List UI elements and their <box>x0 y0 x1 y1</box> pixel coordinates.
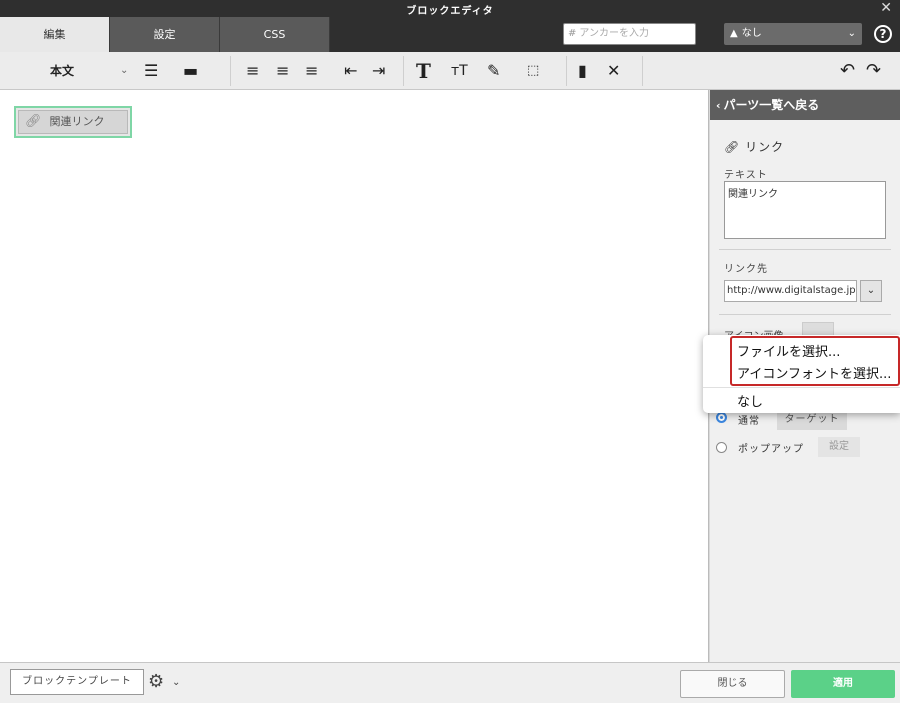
block-template-button[interactable]: ブロックテンプレート <box>10 669 144 695</box>
color-picker-icon[interactable]: ✎ <box>487 52 500 90</box>
icon-menu: ファイルを選択... アイコンフォントを選択... なし <box>703 335 900 413</box>
text-size-icon[interactable]: тT <box>451 52 468 90</box>
close-icon[interactable]: ✕ <box>880 0 892 17</box>
title-bar: ブロックエディタ ✕ <box>0 0 900 17</box>
anchor-input[interactable]: # アンカーを入力 <box>563 23 696 45</box>
part-title: 🔗︎ リンク <box>724 138 784 155</box>
footer-bar: ブロックテンプレート ⚙ ⌄ 閉じる 適用 <box>0 662 900 703</box>
align-right-icon[interactable]: ≡ <box>305 52 318 90</box>
style-select-value: なし <box>741 28 762 39</box>
menu-item-select-file[interactable]: ファイルを選択... <box>737 341 840 360</box>
text-area[interactable]: 関連リンク <box>724 181 886 239</box>
apply-button[interactable]: 適用 <box>791 670 895 698</box>
back-label: パーツ一覧へ戻る <box>723 98 820 112</box>
format-toolbar: 本文 ⌄ ☰ ▬ ≡ ≡ ≡ ⇤ ⇥ T тT ✎ ⬚ ▮ ✕ ↶ ↷ <box>0 52 900 90</box>
chevron-left-icon: ‹ <box>716 99 721 112</box>
gear-icon[interactable]: ⚙ <box>148 671 164 692</box>
link-icon: 🔗︎ <box>724 140 741 154</box>
anchor-placeholder: アンカーを入力 <box>579 28 649 39</box>
insert-column-icon[interactable]: ▮ <box>578 52 587 90</box>
help-icon[interactable]: ? <box>874 25 892 43</box>
toolbar-divider <box>403 56 404 86</box>
paragraph-style-select[interactable]: 本文 <box>50 52 74 90</box>
target-button[interactable]: ターゲット <box>777 410 847 430</box>
link-part[interactable]: 🔗︎ 関連リンク <box>14 106 132 138</box>
link-icon: 🔗︎ <box>25 114 42 129</box>
radio-popup[interactable] <box>716 442 727 453</box>
chevron-down-icon: ⌄ <box>847 28 856 39</box>
text-box-icon[interactable]: ⬚ <box>527 52 539 90</box>
window-title: ブロックエディタ <box>406 6 494 17</box>
link-part-label: 関連リンク <box>49 115 105 128</box>
outdent-icon[interactable]: ⇤ <box>344 52 357 90</box>
edit-canvas[interactable]: 🔗︎ 関連リンク <box>0 90 709 662</box>
align-left-icon[interactable]: ≡ <box>246 52 259 90</box>
menu-item-none[interactable]: なし <box>737 391 763 410</box>
hash-icon: # <box>568 28 577 39</box>
link-part-inner: 🔗︎ 関連リンク <box>18 110 128 134</box>
close-button[interactable]: 閉じる <box>680 670 785 698</box>
divider <box>719 314 891 315</box>
radio-popup-label: ポップアップ <box>738 444 804 455</box>
menu-item-select-icon-font[interactable]: アイコンフォントを選択... <box>737 363 891 382</box>
indent-icon[interactable]: ⇥ <box>372 52 385 90</box>
bullet-list-icon[interactable]: ☰ <box>144 52 158 90</box>
text-label: テキスト <box>724 170 768 181</box>
undo-icon[interactable]: ↶ <box>840 52 855 90</box>
tab-bar: 編集 設定 CSS # アンカーを入力 ▲ なし ⌄ ? <box>0 17 900 52</box>
tab-settings[interactable]: 設定 <box>110 17 220 52</box>
divider <box>719 249 891 250</box>
chevron-down-icon[interactable]: ⌄ <box>860 280 882 302</box>
tab-edit[interactable]: 編集 <box>0 17 110 52</box>
redo-icon[interactable]: ↷ <box>866 52 881 90</box>
back-to-parts-button[interactable]: ‹ パーツ一覧へ戻る <box>710 90 900 120</box>
font-size-icon[interactable]: T <box>416 52 431 90</box>
link-label: リンク先 <box>724 264 768 275</box>
popup-setting-button[interactable]: 設定 <box>818 437 860 457</box>
chevron-down-icon[interactable]: ⌄ <box>172 677 180 688</box>
part-title-text: リンク <box>745 140 785 154</box>
toolbar-divider <box>642 56 643 86</box>
clear-format-icon[interactable]: ✕ <box>607 52 620 90</box>
style-select[interactable]: ▲ なし ⌄ <box>724 23 862 45</box>
menu-divider <box>703 387 900 388</box>
tab-css[interactable]: CSS <box>220 17 330 52</box>
style-icon: ▲ <box>730 28 738 39</box>
toolbar-divider <box>230 56 231 86</box>
align-center-icon[interactable]: ≡ <box>276 52 289 90</box>
toolbar-divider <box>566 56 567 86</box>
radio-normal-label: 通常 <box>738 416 760 427</box>
link-url-input[interactable]: http://www.digitalstage.jp <box>724 280 857 302</box>
chevron-down-icon[interactable]: ⌄ <box>120 52 128 90</box>
radio-normal[interactable] <box>716 412 727 423</box>
line-spacing-icon[interactable]: ▬ <box>183 52 198 90</box>
